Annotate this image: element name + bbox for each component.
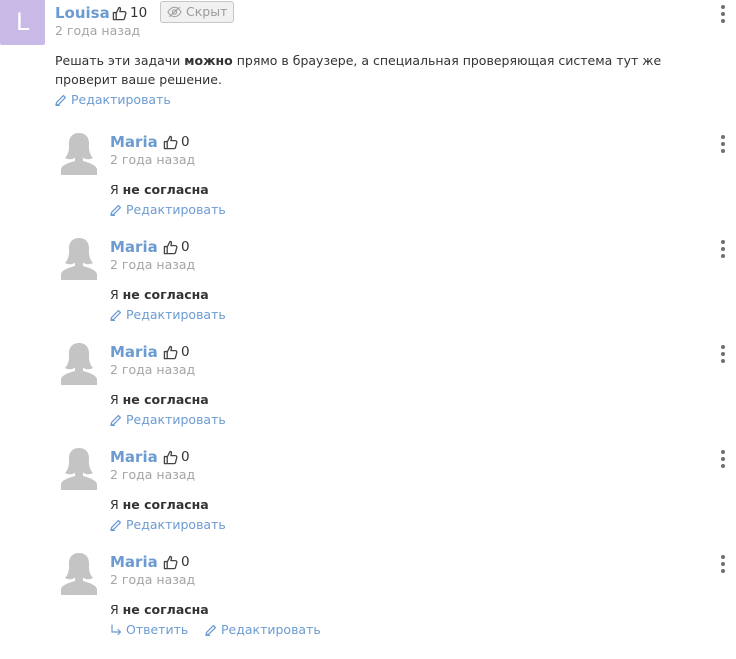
more-vertical-icon[interactable] xyxy=(719,240,727,258)
reply-button[interactable]: Ответить xyxy=(110,622,188,637)
comment-text: Решать эти задачи можно прямо в браузере… xyxy=(55,53,662,87)
avatar[interactable] xyxy=(60,236,98,280)
eye-off-icon xyxy=(167,6,182,18)
like-counter[interactable]: 0 xyxy=(163,134,190,150)
pencil-icon xyxy=(55,94,67,106)
like-count: 0 xyxy=(181,134,190,150)
hidden-status-badge[interactable]: Скрыт xyxy=(160,1,235,23)
comment-text: Я не согласна xyxy=(110,392,209,407)
avatar[interactable] xyxy=(60,446,98,490)
comment-parent: L Louisa 10 Скрыт 2 года назад Решать эт… xyxy=(0,0,736,110)
reply-comment: Maria 0 2 года назад Я не согласна Редак… xyxy=(0,446,736,541)
thumbs-up-icon[interactable] xyxy=(163,135,178,150)
pencil-icon xyxy=(110,414,122,426)
hidden-status-label: Скрыт xyxy=(186,4,228,19)
comment-text: Я не согласна xyxy=(110,182,209,197)
comment-date: 2 года назад xyxy=(110,362,196,377)
thumbs-up-icon[interactable] xyxy=(163,555,178,570)
comment-author[interactable]: Maria xyxy=(110,553,158,571)
like-count: 0 xyxy=(181,344,190,360)
more-vertical-icon[interactable] xyxy=(719,450,727,468)
avatar[interactable] xyxy=(60,341,98,385)
comment-date: 2 года назад xyxy=(110,257,196,272)
edit-label: Редактировать xyxy=(126,412,226,427)
reply-comment: Maria 0 2 года назад Я не согласна Редак… xyxy=(0,341,736,436)
more-vertical-icon[interactable] xyxy=(719,345,727,363)
thumbs-up-icon[interactable] xyxy=(163,450,178,465)
comment-date: 2 года назад xyxy=(110,572,196,587)
comment-author[interactable]: Maria xyxy=(110,343,158,361)
avatar[interactable] xyxy=(60,131,98,175)
pencil-icon xyxy=(110,519,122,531)
edit-label: Редактировать xyxy=(126,202,226,217)
like-count: 0 xyxy=(181,554,190,570)
comment-text: Я не согласна xyxy=(110,602,209,617)
edit-button[interactable]: Редактировать xyxy=(110,202,226,217)
edit-button[interactable]: Редактировать xyxy=(205,622,321,637)
like-counter[interactable]: 0 xyxy=(163,344,190,360)
more-vertical-icon[interactable] xyxy=(719,5,727,23)
reply-comment: Maria 0 2 года назад Я не согласна Ответ… xyxy=(0,551,736,651)
edit-label: Редактировать xyxy=(126,517,226,532)
edit-label: Редактировать xyxy=(126,307,226,322)
like-count: 10 xyxy=(130,5,148,21)
edit-label: Редактировать xyxy=(221,622,321,637)
comment-author[interactable]: Maria xyxy=(110,238,158,256)
more-vertical-icon[interactable] xyxy=(719,135,727,153)
pencil-icon xyxy=(110,309,122,321)
reply-arrow-icon xyxy=(111,623,122,635)
like-counter[interactable]: 0 xyxy=(163,449,190,465)
reply-comment: Maria 0 2 года назад Я не согласна Редак… xyxy=(0,236,736,331)
edit-button[interactable]: Редактировать xyxy=(110,412,226,427)
edit-label: Редактировать xyxy=(71,92,171,107)
comment-date: 2 года назад xyxy=(110,467,196,482)
reply-label: Ответить xyxy=(126,622,189,637)
like-counter[interactable]: 0 xyxy=(163,554,190,570)
pencil-icon xyxy=(205,624,217,636)
avatar[interactable] xyxy=(60,551,98,595)
comment-date: 2 года назад xyxy=(110,152,196,167)
comment-text: Я не согласна xyxy=(110,497,209,512)
comment-author[interactable]: Maria xyxy=(110,448,158,466)
avatar[interactable]: L xyxy=(0,0,45,45)
comment-date: 2 года назад xyxy=(55,23,141,38)
edit-button[interactable]: Редактировать xyxy=(55,92,171,107)
comment-author[interactable]: Maria xyxy=(110,133,158,151)
like-count: 0 xyxy=(181,449,190,465)
thumbs-up-icon[interactable] xyxy=(163,345,178,360)
edit-button[interactable]: Редактировать xyxy=(110,517,226,532)
edit-button[interactable]: Редактировать xyxy=(110,307,226,322)
reply-comment: Maria 0 2 года назад Я не согласна Редак… xyxy=(0,131,736,226)
thumbs-up-icon[interactable] xyxy=(112,6,127,21)
thumbs-up-icon[interactable] xyxy=(163,240,178,255)
more-vertical-icon[interactable] xyxy=(719,555,727,573)
pencil-icon xyxy=(110,204,122,216)
like-count: 0 xyxy=(181,239,190,255)
comment-author[interactable]: Louisa xyxy=(55,4,110,22)
like-counter[interactable]: 10 xyxy=(112,5,147,21)
like-counter[interactable]: 0 xyxy=(163,239,190,255)
comment-text: Я не согласна xyxy=(110,287,209,302)
